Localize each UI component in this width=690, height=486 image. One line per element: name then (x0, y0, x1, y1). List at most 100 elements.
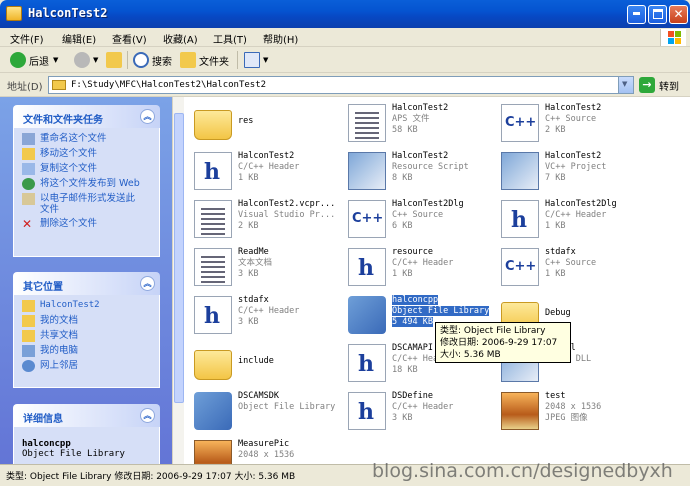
document-icon (194, 200, 232, 238)
menu-tools[interactable]: 工具(T) (213, 31, 247, 46)
globe-icon (22, 178, 35, 190)
task-copy[interactable]: 复制这个文件 (22, 163, 159, 175)
task-delete[interactable]: ✕ 删除这个文件 (22, 218, 159, 230)
file-size: 1 KB (238, 173, 259, 183)
address-input[interactable]: F:\Study\MFC\HalconTest2\HalconTest2 ▼ (48, 76, 634, 94)
file-size: 7 KB (545, 173, 566, 183)
close-icon: ✕ (673, 7, 684, 21)
file-item[interactable]: DSCAMSDK Object File Library (188, 388, 338, 434)
file-tasks-header[interactable]: 文件和文件夹任务 ︽ (13, 105, 160, 128)
place-network[interactable]: 网上邻居 (22, 360, 159, 372)
go-button[interactable]: → 转到 (639, 77, 679, 93)
forward-button[interactable]: ▼ (74, 51, 98, 69)
file-item[interactable]: C++ stdafx C++ Source 1 KB (495, 244, 645, 290)
file-size: 6 KB (392, 221, 413, 231)
address-bar: 地址(D) F:\Study\MFC\HalconTest2\HalconTes… (0, 73, 690, 97)
chevron-down-icon: ▼ (622, 80, 628, 88)
image-file-icon (501, 392, 539, 430)
minimize-button[interactable] (627, 5, 646, 24)
folder-icon (194, 350, 232, 380)
file-item[interactable]: MeasurePic 2048 x 1536 (188, 436, 338, 464)
place-my-documents[interactable]: 我的文档 (22, 315, 159, 327)
place-halcontest2[interactable]: HalconTest2 (22, 300, 159, 312)
file-item[interactable]: h resource C/C++ Header 1 KB (342, 244, 492, 290)
toolbar: 后退 ▼ ▼ 搜索 文件夹 ▼ (0, 47, 690, 73)
file-item[interactable]: h HalconTest2Dlg C/C++ Header 1 KB (495, 196, 645, 242)
task-email[interactable]: 以电子邮件形式发送此文件 (22, 193, 159, 215)
file-item[interactable]: h DSDefine C/C++ Header 3 KB (342, 388, 492, 434)
file-item[interactable]: res (188, 100, 338, 146)
file-type: C++ Source (545, 114, 597, 124)
file-size: 18 KB (392, 365, 418, 375)
search-button[interactable]: 搜索 (133, 51, 172, 69)
file-item[interactable]: HalconTest2 VC++ Project 7 KB (495, 148, 645, 194)
project-file-icon (348, 152, 386, 190)
folders-button[interactable]: 文件夹 (180, 51, 229, 69)
file-item[interactable]: HalconTest2.vcpr... Visual Studio Pr... 2 … (188, 196, 338, 242)
file-item[interactable]: h stdafx C/C++ Header 3 KB (188, 292, 338, 338)
file-name: DSCAMSDK (238, 391, 279, 401)
file-name: test (545, 391, 566, 401)
back-button[interactable]: 后退 ▼ (10, 51, 58, 69)
library-file-icon (194, 392, 232, 430)
file-size: 1 KB (545, 221, 566, 231)
close-button[interactable]: ✕ (669, 5, 688, 24)
go-arrow-icon: → (639, 77, 655, 93)
file-name: resource (392, 247, 433, 257)
delete-x-icon: ✕ (22, 217, 33, 231)
menu-edit[interactable]: 编辑(E) (62, 31, 96, 46)
collapse-icon[interactable]: ︽ (140, 408, 155, 423)
menu-help[interactable]: 帮助(H) (263, 31, 298, 46)
address-dropdown[interactable]: ▼ (618, 77, 633, 93)
title-bar[interactable]: HalconTest2 ✕ (0, 0, 690, 28)
folder-icon (52, 80, 66, 90)
watermark: blog.sina.com.cn/designedbyxh (372, 460, 673, 482)
file-size: 3 KB (238, 317, 259, 327)
file-item[interactable]: HalconTest2 Resource Script 8 KB (342, 148, 492, 194)
menu-favorites[interactable]: 收藏(A) (163, 31, 198, 46)
menu-view[interactable]: 查看(V) (112, 31, 147, 46)
file-item[interactable]: test 2048 x 1536 JPEG 图像 (495, 388, 645, 434)
file-item[interactable]: ReadMe 文本文档 3 KB (188, 244, 338, 290)
document-icon (348, 104, 386, 142)
file-item[interactable]: HalconTest2 APS 文件 58 KB (342, 100, 492, 146)
task-pane-scrollbar[interactable] (172, 97, 184, 464)
file-size: 3 KB (392, 413, 413, 423)
file-item[interactable]: include (188, 340, 338, 386)
folder-icon (194, 110, 232, 140)
file-type: Resource Script (392, 162, 469, 172)
file-name: HalconTest2 (545, 103, 602, 113)
details-header[interactable]: 详细信息 ︽ (13, 404, 160, 427)
file-type: 文本文档 (238, 258, 273, 268)
task-publish[interactable]: 将这个文件发布到 Web (22, 178, 159, 190)
views-button[interactable]: ▼ (244, 51, 268, 69)
detail-file-type: Object File Library (22, 449, 125, 459)
back-arrow-icon (10, 52, 26, 68)
task-rename[interactable]: 重命名这个文件 (22, 133, 159, 145)
task-move[interactable]: 移动这个文件 (22, 148, 159, 160)
file-item[interactable]: h HalconTest2 C/C++ Header 1 KB (188, 148, 338, 194)
up-button[interactable] (106, 51, 125, 69)
file-type: Object File Library (392, 306, 490, 316)
file-name: include (238, 356, 274, 366)
collapse-icon[interactable]: ︽ (140, 109, 155, 124)
header-file-icon: h (348, 392, 386, 430)
file-item[interactable]: C++ HalconTest2 C++ Source 2 KB (495, 100, 645, 146)
place-shared-documents[interactable]: 共享文档 (22, 330, 159, 342)
file-type: C/C++ Header (392, 258, 454, 268)
folder-icon (22, 315, 35, 327)
file-name: HalconTest2Dlg (545, 199, 617, 209)
maximize-button[interactable] (648, 5, 667, 24)
file-tasks-panel: 文件和文件夹任务 ︽ 重命名这个文件 移动这个文件 复制这个文件 将这个文件发布… (13, 105, 160, 257)
folders-icon (180, 52, 196, 68)
collapse-icon[interactable]: ︽ (140, 276, 155, 291)
scrollbar-thumb[interactable] (174, 113, 184, 403)
computer-icon (22, 345, 35, 357)
header-file-icon: h (501, 200, 539, 238)
other-places-header[interactable]: 其它位置 ︽ (13, 272, 160, 295)
menu-file[interactable]: 文件(F) (10, 31, 44, 46)
chevron-down-icon: ▼ (53, 56, 59, 64)
place-my-computer[interactable]: 我的电脑 (22, 345, 159, 357)
file-list: res HalconTest2 APS 文件 58 KB C++ HalconTest2 C… (184, 97, 690, 464)
file-item[interactable]: C++ HalconTest2Dlg C++ Source 6 KB (342, 196, 492, 242)
